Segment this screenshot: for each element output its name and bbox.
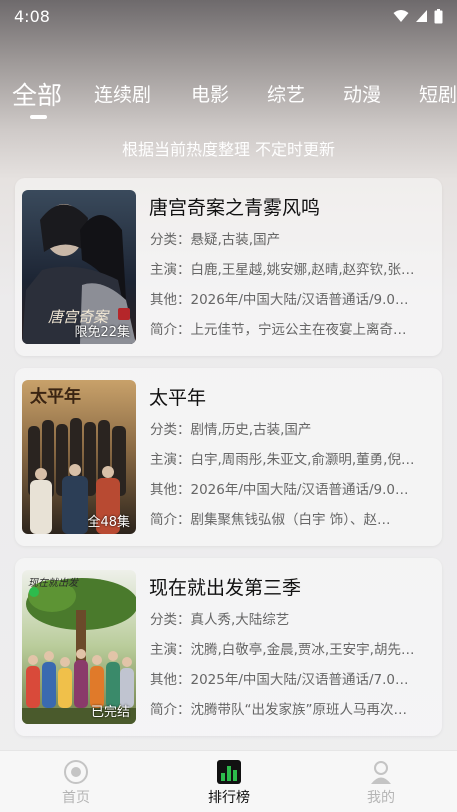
list-item[interactable]: 唐宫奇案 限免22集 唐宫奇案之青雾风鸣 分类：悬疑,古装,国产 主演：白鹿,王…: [15, 178, 442, 356]
status-time: 4:08: [14, 6, 50, 26]
wifi-icon: [393, 10, 409, 22]
poster-image: 太平年 全48集: [22, 380, 136, 534]
tab-series[interactable]: 连续剧: [94, 80, 151, 107]
battery-icon: [434, 8, 443, 23]
tab-all[interactable]: 全部: [12, 76, 62, 112]
item-cast: 主演：白鹿,王星越,姚安娜,赵晴,赵弈钦,张…: [150, 262, 415, 278]
svg-text:现在就出发: 现在就出发: [28, 577, 79, 589]
tab-movies[interactable]: 电影: [191, 80, 229, 107]
item-genre: 分类：剧情,历史,古装,国产: [150, 422, 312, 438]
list-subtitle: 根据当前热度整理 不定时更新: [121, 140, 336, 159]
home-icon: [64, 760, 88, 784]
item-summary: 简介：上元佳节，宁远公主在夜宴上离奇…: [150, 322, 407, 338]
tab-variety[interactable]: 综艺: [267, 80, 305, 107]
poster-image: 唐宫奇案 限免22集: [22, 190, 136, 344]
episode-badge: 已完结: [90, 705, 130, 720]
svg-text:太平年: 太平年: [30, 386, 81, 407]
nav-ranking-label: 排行榜: [208, 790, 250, 806]
nav-profile[interactable]: 我的: [341, 759, 421, 807]
nav-ranking[interactable]: 排行榜: [189, 759, 269, 807]
item-title: 唐宫奇案之青雾风鸣: [149, 197, 321, 219]
episode-badge: 全48集: [87, 515, 130, 530]
nav-home-label: 首页: [62, 790, 90, 806]
item-other: 其他：2026年/中国大陆/汉语普通话/9.0…: [150, 292, 409, 308]
nav-home[interactable]: 首页: [36, 759, 116, 807]
bottom-nav: 首页 排行榜 我的: [0, 750, 457, 812]
ranking-icon: [217, 760, 241, 784]
item-genre: 分类：真人秀,大陆综艺: [150, 612, 290, 628]
item-cast: 主演：沈腾,白敬亭,金晨,贾冰,王安宇,胡先…: [150, 642, 415, 658]
item-genre: 分类：悬疑,古装,国产: [150, 232, 281, 248]
category-tabs: 全部 连续剧 电影 综艺 动漫 短剧: [0, 74, 457, 124]
signal-icon: [416, 10, 427, 22]
item-summary: 简介：剧集聚焦钱弘俶（白宇 饰）、赵…: [150, 512, 391, 528]
tab-short-drama[interactable]: 短剧: [419, 80, 457, 107]
status-icons: [393, 8, 443, 24]
poster-image: 现在就出发 已完结: [22, 570, 136, 724]
nav-profile-label: 我的: [367, 790, 395, 806]
episode-badge: 限免22集: [74, 325, 130, 340]
list-item[interactable]: 太平年 全48集 太平年 分类：剧情,历史,古装,国产 主演：白宇,周雨彤,朱亚…: [15, 368, 442, 546]
item-other: 其他：2025年/中国大陆/汉语普通话/7.0…: [150, 672, 409, 688]
item-summary: 简介：沈腾带队“出发家族”原班人马再次…: [150, 702, 407, 718]
tab-anime[interactable]: 动漫: [343, 80, 381, 107]
item-title: 太平年: [149, 387, 207, 409]
list-item[interactable]: 现在就出发 已完结 现在就出发第三季 分类：真人秀,大陆综艺 主演：沈腾,白敬亭…: [15, 558, 442, 736]
item-title: 现在就出发第三季: [149, 577, 302, 599]
profile-icon: [371, 761, 391, 784]
active-tab-indicator: [30, 115, 47, 119]
status-bar: 4:08: [0, 0, 457, 32]
item-cast: 主演：白宇,周雨彤,朱亚文,俞灏明,董勇,倪…: [150, 452, 415, 468]
item-other: 其他：2026年/中国大陆/汉语普通话/9.0…: [150, 482, 409, 498]
